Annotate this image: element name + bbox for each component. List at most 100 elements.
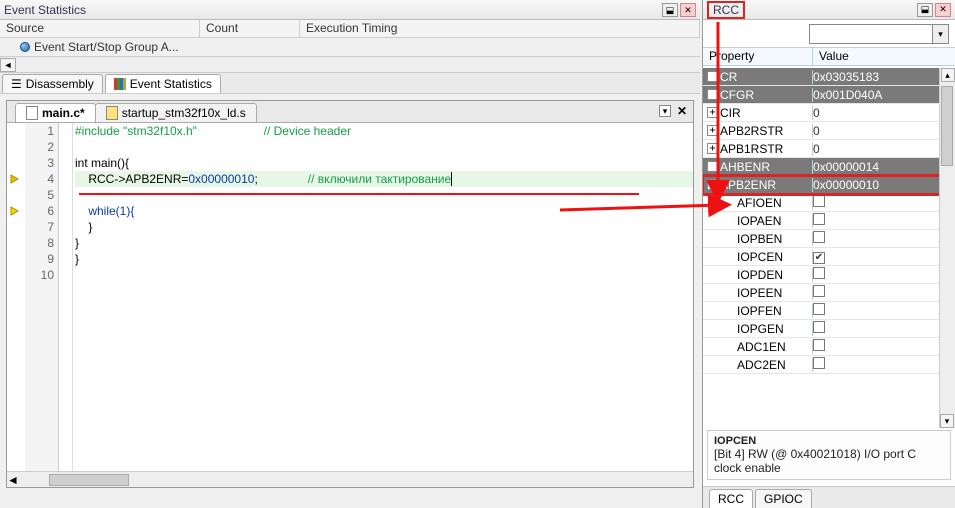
event-row[interactable]: Event Start/Stop Group A... — [0, 38, 700, 56]
editor-hscroll[interactable]: ◄ — [7, 471, 693, 487]
property-row-apb2enr[interactable]: -APB2ENR0x00000010 — [703, 176, 955, 194]
close-button[interactable]: ✕ — [680, 3, 696, 17]
property-sub-iopeen[interactable]: IOPEEN — [703, 284, 955, 302]
checkbox[interactable] — [813, 285, 825, 297]
property-sub-adc2en[interactable]: ADC2EN — [703, 356, 955, 374]
property-sub-iopden[interactable]: IOPDEN — [703, 266, 955, 284]
tab-disassembly[interactable]: ☰ Disassembly — [2, 74, 103, 93]
event-row-label: Event Start/Stop Group A... — [34, 40, 179, 54]
property-sub-iopben[interactable]: IOPBEN — [703, 230, 955, 248]
property-row-cir[interactable]: +CIR 0 — [703, 104, 955, 122]
property-name: APB1RSTR — [720, 142, 783, 156]
property-sub-iopgen[interactable]: IOPGEN — [703, 320, 955, 338]
scroll-thumb[interactable] — [941, 86, 953, 166]
property-value: 0 — [813, 106, 955, 120]
checkbox[interactable]: ✔ — [813, 252, 825, 264]
property-row-apb1rstr[interactable]: +APB1RSTR0 — [703, 140, 955, 158]
tab-close-icon[interactable]: ✕ — [677, 104, 687, 118]
expander-icon[interactable]: + — [707, 71, 718, 82]
pin-button[interactable]: ⬓ — [917, 3, 933, 17]
property-name: AFIOEN — [737, 196, 782, 210]
filter-combo[interactable]: ▾ — [809, 24, 949, 44]
tab-startup-label: startup_stm32f10x_ld.s — [122, 106, 246, 120]
tab-event-statistics[interactable]: Event Statistics — [105, 74, 221, 93]
property-name: IOPDEN — [737, 268, 783, 282]
event-stats-title: Event Statistics — [4, 0, 86, 20]
breakpoint-arrow-icon — [9, 204, 23, 218]
tab-disassembly-label: Disassembly — [26, 77, 94, 91]
tab-gpioc[interactable]: GPIOC — [755, 489, 812, 508]
tab-main-c[interactable]: main.c* — [15, 103, 96, 122]
property-name: ADC2EN — [737, 358, 786, 372]
checkbox[interactable] — [813, 321, 825, 333]
checkbox[interactable] — [813, 339, 825, 351]
fold-gutter[interactable] — [59, 123, 73, 471]
checkbox[interactable] — [813, 303, 825, 315]
property-vscroll[interactable]: ▴ ▾ — [939, 68, 955, 428]
property-value: 0 — [813, 124, 955, 138]
code-body[interactable]: 12345678910 #include "stm32f10x.h" // De… — [7, 123, 693, 471]
pin-button[interactable]: ⬓ — [662, 3, 678, 17]
property-name: ADC1EN — [737, 340, 786, 354]
property-name: IOPFEN — [737, 304, 782, 318]
property-row-ahbenr[interactable]: +AHBENR0x00000014 — [703, 158, 955, 176]
property-body[interactable]: +CR0x03035183+CFGR0x001D040A+CIR0+APB2RS… — [703, 68, 955, 428]
chevron-down-icon[interactable]: ▾ — [932, 25, 948, 43]
col-property[interactable]: Property — [703, 48, 813, 65]
expander-icon[interactable]: + — [707, 143, 718, 154]
col-count[interactable]: Count — [200, 20, 300, 37]
close-button[interactable]: ✕ — [935, 3, 951, 17]
list-icon: ☰ — [11, 77, 22, 91]
expander-icon[interactable]: + — [707, 89, 718, 100]
property-sub-adc1en[interactable]: ADC1EN — [703, 338, 955, 356]
info-name: IOPCEN — [714, 435, 756, 447]
scroll-up-icon[interactable]: ▴ — [941, 68, 955, 82]
property-name: CFGR — [720, 88, 754, 102]
property-name: CR — [720, 70, 737, 84]
current-line-arrow-icon — [9, 172, 23, 186]
event-grid-header: Source Count Execution Timing — [0, 20, 700, 38]
code-lines[interactable]: #include "stm32f10x.h" // Device header … — [75, 123, 693, 471]
rcc-titlebar: RCC ⬓ ✕ — [703, 0, 955, 20]
scroll-left-icon[interactable]: ◄ — [7, 473, 19, 487]
expander-icon[interactable]: + — [707, 161, 718, 172]
checkbox[interactable] — [813, 267, 825, 279]
property-name: APB2RSTR — [720, 124, 783, 138]
scroll-down-icon[interactable]: ▾ — [940, 414, 954, 428]
file-tabs: main.c* startup_stm32f10x_ld.s ▾ ✕ — [7, 101, 693, 123]
property-name: IOPGEN — [737, 322, 784, 336]
editor-area: main.c* startup_stm32f10x_ld.s ▾ ✕ 12345… — [6, 100, 694, 488]
checkbox[interactable] — [813, 213, 825, 225]
property-row-apb2rstr[interactable]: +APB2RSTR 0 — [703, 122, 955, 140]
expander-icon[interactable]: + — [707, 107, 718, 118]
checkbox[interactable] — [813, 357, 825, 369]
checkbox[interactable] — [813, 231, 825, 243]
scroll-thumb[interactable] — [49, 474, 129, 486]
expander-icon[interactable]: - — [707, 179, 718, 190]
expander-icon[interactable]: + — [707, 125, 718, 136]
property-sub-afioen[interactable]: AFIOEN — [703, 194, 955, 212]
property-sub-iopfen[interactable]: IOPFEN — [703, 302, 955, 320]
tab-startup[interactable]: startup_stm32f10x_ld.s — [95, 103, 257, 122]
event-hscroll[interactable]: ◄ — [0, 56, 700, 72]
property-name: CIR — [720, 106, 741, 120]
checkbox[interactable] — [813, 195, 825, 207]
scroll-left-icon[interactable]: ◄ — [0, 58, 16, 72]
tab-rcc[interactable]: RCC — [709, 489, 753, 508]
tab-dropdown[interactable]: ▾ — [659, 105, 671, 117]
col-source[interactable]: Source — [0, 20, 200, 37]
property-sub-iopaen[interactable]: IOPAEN — [703, 212, 955, 230]
property-name: IOPCEN — [737, 250, 783, 264]
property-name: IOPEEN — [737, 286, 782, 300]
col-value[interactable]: Value — [813, 48, 955, 65]
rcc-title: RCC — [707, 1, 745, 19]
property-name: IOPBEN — [737, 232, 782, 246]
property-row-cr[interactable]: +CR0x03035183 — [703, 68, 955, 86]
property-sub-iopcen[interactable]: IOPCEN ✔ — [703, 248, 955, 266]
property-row-cfgr[interactable]: +CFGR0x001D040A — [703, 86, 955, 104]
col-exec-timing[interactable]: Execution Timing — [300, 20, 700, 37]
tab-main-label: main.c* — [42, 106, 85, 120]
info-desc: [Bit 4] RW (@ 0x40021018) I/O port C clo… — [714, 447, 916, 475]
tab-event-stats-label: Event Statistics — [130, 77, 212, 91]
property-name: IOPAEN — [737, 214, 781, 228]
